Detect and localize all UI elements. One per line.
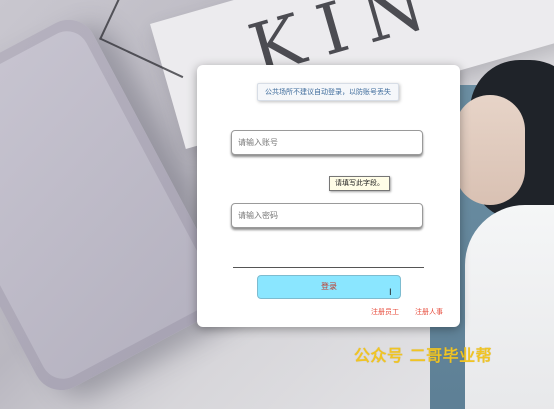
login-button[interactable]: 登录	[257, 275, 401, 299]
register-hr-link[interactable]: 注册人事	[415, 307, 443, 317]
text-cursor-icon: I	[389, 288, 392, 298]
validation-tooltip: 请填写此字段。	[329, 176, 390, 191]
divider	[233, 267, 424, 268]
watermark-text: 公众号 二哥毕业帮	[354, 346, 493, 365]
login-card: 公共场所不建议自动登录，以防账号丢失 请填写此字段。 登录 I 注册员工 注册人…	[197, 65, 460, 327]
photo-shirt	[465, 205, 554, 409]
auto-login-notice: 公共场所不建议自动登录，以防账号丢失	[257, 83, 399, 101]
register-employee-link[interactable]: 注册员工	[371, 307, 399, 317]
account-input[interactable]	[231, 130, 423, 155]
photo-face	[455, 95, 525, 205]
password-input[interactable]	[231, 203, 423, 228]
